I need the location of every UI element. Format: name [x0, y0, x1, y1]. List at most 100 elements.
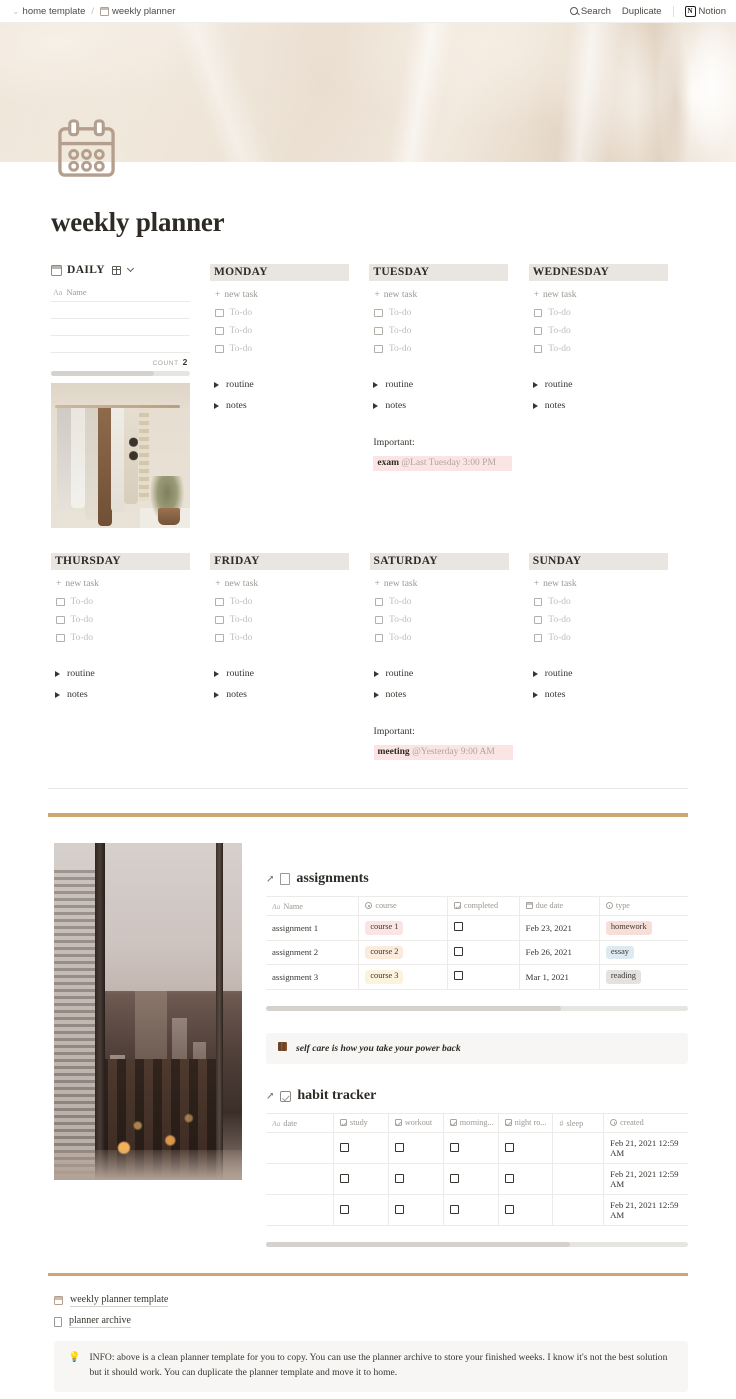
cell-type[interactable]: homework: [599, 915, 688, 941]
cell-completed[interactable]: [447, 940, 520, 965]
checkbox-icon[interactable]: [374, 326, 383, 336]
checkbox-icon[interactable]: [215, 344, 224, 354]
cell-night-routine[interactable]: [498, 1194, 554, 1227]
assignments-title-row[interactable]: ↗ assignments: [266, 871, 688, 887]
todo-item[interactable]: To-do: [369, 344, 516, 354]
column-header-created[interactable]: created: [603, 1113, 688, 1134]
cell-due-date[interactable]: Mar 1, 2021: [519, 964, 600, 990]
cell-workout[interactable]: [388, 1163, 444, 1196]
checkbox-icon[interactable]: [449, 1142, 459, 1152]
checkbox-icon[interactable]: [215, 597, 224, 607]
cell-morning-routine[interactable]: [443, 1194, 499, 1227]
toggle-routine[interactable]: routine: [51, 668, 198, 679]
column-header-date[interactable]: Aa date: [266, 1113, 335, 1134]
checkbox-icon[interactable]: [56, 597, 65, 607]
horizontal-scrollbar[interactable]: [266, 1005, 688, 1011]
column-header-completed[interactable]: completed: [447, 896, 520, 916]
checkbox-icon[interactable]: [340, 1173, 350, 1183]
checkbox-icon[interactable]: [215, 308, 224, 318]
checkbox-icon[interactable]: [340, 1204, 350, 1214]
cell-sleep[interactable]: [552, 1132, 605, 1165]
checkbox-icon[interactable]: [340, 1142, 350, 1152]
search-button[interactable]: Search: [569, 6, 611, 17]
cell-type[interactable]: essay: [599, 940, 688, 965]
table-row[interactable]: assignment 2 course 2 Feb 26, 2021 essay: [266, 940, 688, 965]
cell-study[interactable]: [333, 1194, 389, 1227]
toggle-routine[interactable]: routine: [529, 379, 676, 390]
column-header-workout[interactable]: workout: [388, 1113, 444, 1134]
table-row[interactable]: Feb 21, 2021 12:59 AM: [266, 1194, 688, 1227]
todo-item[interactable]: To-do: [51, 615, 198, 625]
cell-sleep[interactable]: [552, 1163, 605, 1196]
toggle-notes[interactable]: notes: [210, 689, 357, 700]
link-planner-archive[interactable]: planner archive: [54, 1315, 688, 1329]
checkbox-icon[interactable]: [449, 1173, 459, 1183]
todo-item[interactable]: To-do: [529, 615, 676, 625]
todo-item[interactable]: To-do: [210, 344, 357, 354]
cell-sleep[interactable]: [552, 1194, 605, 1227]
toggle-notes[interactable]: notes: [529, 400, 676, 411]
table-row[interactable]: [51, 319, 190, 336]
checkbox-icon[interactable]: [453, 922, 463, 932]
todo-item[interactable]: To-do: [529, 597, 676, 607]
todo-item[interactable]: To-do: [370, 597, 517, 607]
checkbox-icon[interactable]: [533, 597, 543, 607]
table-row[interactable]: Feb 21, 2021 12:59 AM: [266, 1163, 688, 1196]
daily-count[interactable]: COUNT 2: [51, 353, 190, 367]
new-task-button[interactable]: + new task: [529, 579, 676, 589]
cell-completed[interactable]: [447, 964, 520, 990]
new-task-button[interactable]: + new task: [370, 579, 517, 589]
horizontal-scrollbar[interactable]: [266, 1242, 688, 1248]
table-row[interactable]: assignment 3 course 3 Mar 1, 2021 readin…: [266, 964, 688, 990]
breadcrumb-item-weekly-planner[interactable]: weekly planner: [100, 6, 175, 17]
todo-item[interactable]: To-do: [210, 308, 357, 318]
cell-night-routine[interactable]: [498, 1132, 554, 1165]
checkbox-icon[interactable]: [56, 633, 65, 643]
todo-item[interactable]: To-do: [529, 308, 676, 318]
important-entry[interactable]: meeting @Yesterday 9:00 AM: [373, 745, 513, 760]
checkbox-icon[interactable]: [449, 1204, 459, 1214]
cell-date[interactable]: [266, 1194, 335, 1227]
todo-item[interactable]: To-do: [210, 615, 357, 625]
toggle-notes[interactable]: notes: [210, 400, 357, 411]
column-header-type[interactable]: type: [599, 896, 688, 916]
cell-morning-routine[interactable]: [443, 1132, 499, 1165]
todo-item[interactable]: To-do: [210, 633, 357, 643]
cell-course[interactable]: course 1: [358, 915, 448, 941]
todo-item[interactable]: To-do: [370, 615, 517, 625]
checkbox-icon[interactable]: [504, 1204, 514, 1214]
cell-date[interactable]: [266, 1163, 335, 1196]
checkbox-icon[interactable]: [533, 615, 543, 625]
cell-name[interactable]: assignment 2: [266, 940, 360, 965]
toggle-notes[interactable]: notes: [51, 689, 198, 700]
checkbox-icon[interactable]: [215, 326, 224, 336]
column-header-study[interactable]: study: [333, 1113, 389, 1134]
checkbox-icon[interactable]: [394, 1173, 404, 1183]
checkbox-icon[interactable]: [374, 633, 383, 643]
habit-tracker-title-row[interactable]: ↗ habit tracker: [266, 1088, 688, 1104]
cell-morning-routine[interactable]: [443, 1163, 499, 1196]
cell-workout[interactable]: [388, 1194, 444, 1227]
chevron-down-icon[interactable]: [126, 264, 135, 273]
grid-view-icon[interactable]: [112, 265, 122, 275]
checkbox-icon[interactable]: [56, 615, 65, 625]
column-header-name[interactable]: Aa Name: [266, 896, 360, 916]
column-header-sleep[interactable]: # sleep: [552, 1113, 605, 1134]
column-header-due-date[interactable]: due date: [519, 896, 600, 916]
important-entry[interactable]: exam @Last Tuesday 3:00 PM: [373, 456, 513, 471]
checkbox-icon[interactable]: [504, 1142, 514, 1152]
new-task-button[interactable]: + new task: [210, 290, 357, 300]
daily-column-header-name[interactable]: Aa Name: [51, 285, 190, 302]
todo-item[interactable]: To-do: [210, 326, 357, 336]
table-row[interactable]: Feb 21, 2021 12:59 AM: [266, 1132, 688, 1165]
column-header-night-routine[interactable]: night ro...: [498, 1113, 554, 1134]
cell-course[interactable]: course 2: [358, 940, 448, 965]
checkbox-icon[interactable]: [374, 615, 383, 625]
cell-study[interactable]: [333, 1163, 389, 1196]
duplicate-button[interactable]: Duplicate: [622, 6, 662, 17]
new-task-button[interactable]: + new task: [369, 290, 516, 300]
open-in-new-icon[interactable]: ↗: [266, 874, 274, 885]
checkbox-icon[interactable]: [453, 946, 463, 956]
link-weekly-planner-template[interactable]: weekly planner template: [54, 1294, 688, 1308]
horizontal-scrollbar[interactable]: [51, 371, 190, 376]
